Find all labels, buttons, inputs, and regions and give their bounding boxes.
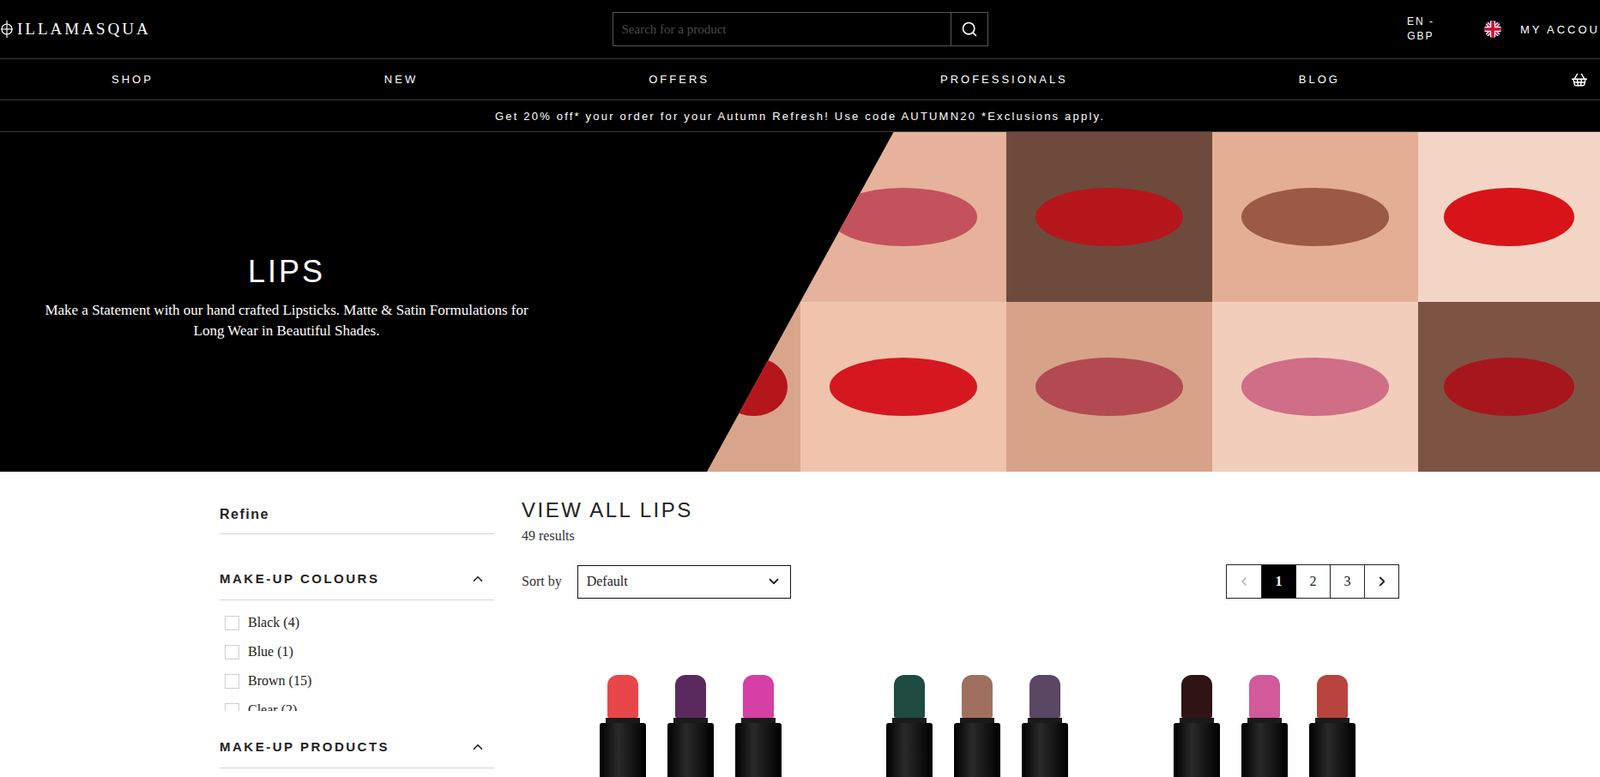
search-form (612, 12, 989, 47)
refine-sidebar: RefineMAKE-UP COLOURS Black (4)Blue (1)Br… (219, 471, 495, 777)
next-page-button[interactable] (1364, 565, 1399, 598)
lipstick (1309, 675, 1356, 777)
filter-option[interactable]: Black (4) (219, 608, 495, 638)
photo-tile (800, 132, 1007, 302)
photo-tile (1006, 301, 1213, 472)
hero-photo (706, 132, 1600, 472)
locale-selector[interactable]: EN -GBP (1401, 13, 1440, 45)
checkbox[interactable] (224, 615, 240, 631)
brand-logo[interactable]: ILLAMASQUA (0, 19, 613, 39)
product-card[interactable] (555, 675, 826, 777)
photo-tile (1212, 132, 1419, 302)
sort-label: Sort by (521, 573, 562, 590)
chevron-right-icon (1374, 573, 1390, 590)
uk-flag-icon[interactable] (1484, 20, 1502, 38)
filter-option[interactable]: Clear (2) (219, 695, 495, 712)
nav-item[interactable]: BLOG (1298, 72, 1341, 86)
logo-icon (0, 19, 14, 39)
checkbox[interactable] (224, 645, 240, 660)
basket-icon (1570, 71, 1588, 89)
chevron-up-icon (470, 739, 486, 755)
prev-page-button[interactable] (1226, 565, 1262, 598)
product-grid (521, 675, 1400, 777)
results-count: 49 results (521, 526, 1400, 546)
brand-name: ILLAMASQUA (17, 19, 151, 39)
listing-title: VIEW ALL LIPS (521, 471, 1400, 524)
currency-label: GBP (1406, 29, 1434, 44)
photo-tile (800, 301, 1007, 472)
photo-tile (706, 301, 801, 472)
hero-banner: LIPS Make a Statement with our hand craft… (0, 132, 1600, 472)
photo-tile (1006, 132, 1213, 302)
nav-item[interactable]: SHOP (111, 72, 154, 86)
filter-section: MAKE-UP PRODUCTS (219, 711, 495, 769)
filter-option[interactable]: Brown (15) (219, 666, 495, 696)
page-button[interactable]: 1 (1261, 565, 1296, 598)
checkbox[interactable] (224, 674, 240, 689)
filter-option[interactable]: Blue (1) (219, 637, 495, 667)
header-actions: EN -GBP MY ACCOU (1401, 13, 1600, 45)
filter-section: MAKE-UP COLOURS Black (4)Blue (1)Brown (1… (219, 534, 495, 712)
sort-row: Sort by Default 123 (521, 564, 1400, 599)
nav-item[interactable]: OFFERS (648, 72, 710, 86)
lipstick (1021, 675, 1069, 777)
promo-banner: Get 20% off* your order for your Autumn … (0, 100, 1600, 133)
language-label: EN - (1406, 14, 1435, 30)
lipstick (1241, 675, 1288, 777)
product-card[interactable] (842, 675, 1112, 777)
hero-title: LIPS (247, 253, 326, 290)
account-link[interactable]: MY ACCOU (1520, 23, 1600, 37)
product-listing: VIEW ALL LIPS49 results Sort by Default 123 (521, 471, 1400, 777)
nav-item[interactable]: NEW (384, 72, 418, 86)
top-bar: ILLAMASQUA EN -GBP MY ACCOU (0, 0, 1600, 60)
photo-tile (1418, 132, 1600, 302)
page-button[interactable]: 3 (1329, 565, 1365, 598)
lipstick (667, 675, 714, 777)
product-card[interactable] (1129, 675, 1400, 777)
hero-text: LIPS Make a Statement with our hand craft… (0, 132, 574, 472)
refine-title: Refine (219, 471, 495, 535)
chevron-left-icon (1237, 574, 1251, 589)
sort-group: Sort by Default (521, 565, 791, 599)
hero-description: Make a Statement with our hand crafted L… (29, 300, 544, 342)
page-button[interactable]: 2 (1295, 565, 1330, 598)
main-nav: SHOP NEW OFFERS PROFESSIONALS BLOG (0, 59, 1600, 101)
search-button[interactable] (951, 12, 988, 46)
lipstick (1173, 675, 1220, 777)
photo-tile (706, 132, 801, 302)
photo-tile (1418, 301, 1600, 472)
lipstick (735, 675, 782, 777)
search-icon (960, 20, 979, 38)
filter-options[interactable]: Black (4)Blue (1)Brown (15)Clear (2) (219, 608, 495, 712)
pagination: 123 (1225, 564, 1400, 599)
search-input[interactable] (613, 12, 952, 46)
basket-button[interactable] (1570, 71, 1588, 89)
content: RefineMAKE-UP COLOURS Black (4)Blue (1)Br… (0, 471, 1600, 777)
page: ILLAMASQUA EN -GBP MY ACCOU SHOP NEW OFFERS PR… (0, 0, 1600, 777)
checkbox[interactable] (224, 703, 240, 713)
chevron-up-icon (470, 571, 486, 587)
filter-header[interactable]: MAKE-UP PRODUCTS (219, 711, 495, 769)
lipstick (599, 675, 647, 777)
chevron-down-icon (766, 573, 782, 590)
photo-tile (1212, 301, 1419, 472)
lipstick (886, 675, 933, 777)
filter-header[interactable]: MAKE-UP COLOURS (219, 534, 495, 601)
nav-item[interactable]: PROFESSIONALS (940, 72, 1069, 86)
lipstick (953, 675, 1001, 777)
sort-select[interactable]: Default (577, 565, 791, 599)
